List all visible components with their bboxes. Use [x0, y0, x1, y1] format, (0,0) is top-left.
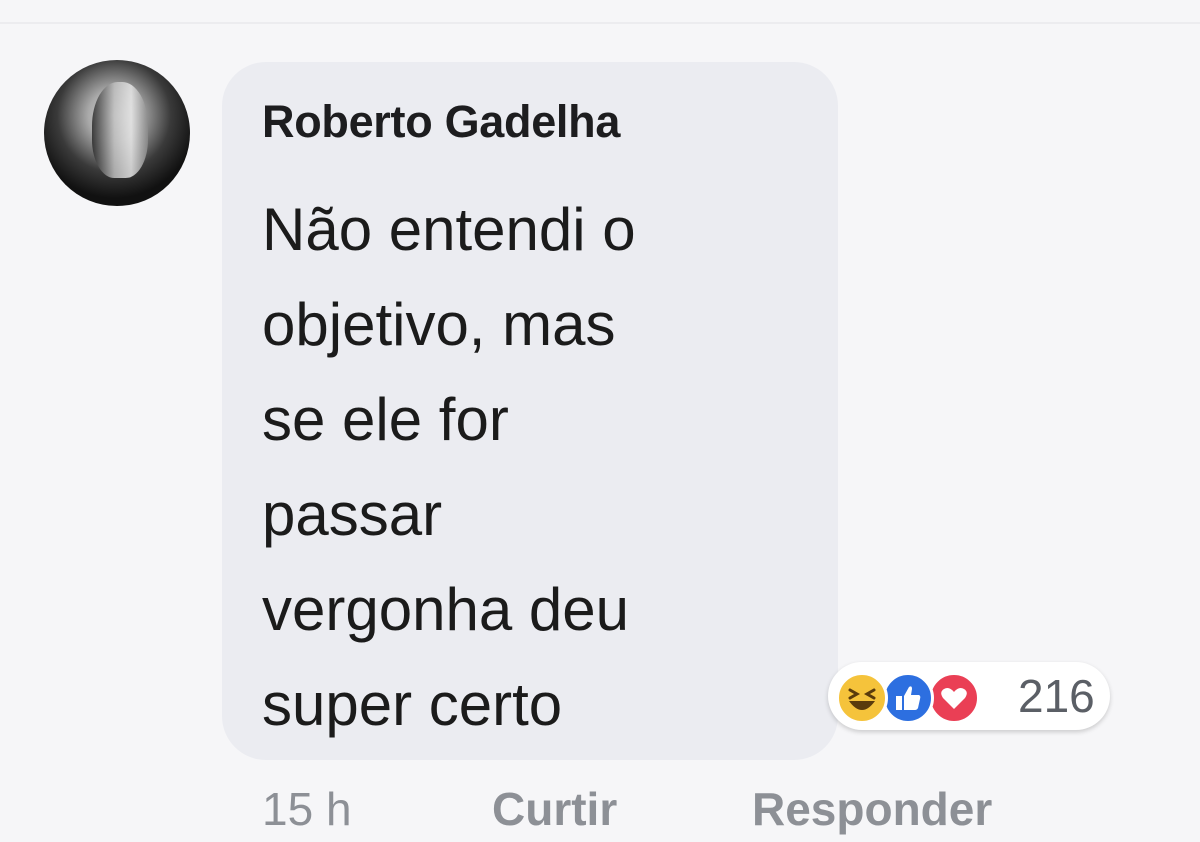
like-icon [882, 672, 934, 724]
top-divider [0, 22, 1200, 24]
author-avatar[interactable] [44, 60, 190, 206]
like-button[interactable]: Curtir [492, 782, 617, 836]
comment-text: Não entendi o objetivo, mas se ele for p… [262, 196, 636, 738]
comment-timestamp[interactable]: 15 h [262, 782, 352, 836]
avatar-face [92, 82, 148, 178]
haha-icon [836, 672, 888, 724]
love-icon [928, 672, 980, 724]
reaction-count: 216 [1018, 670, 1095, 722]
reactions-summary[interactable]: 216 [828, 662, 1110, 730]
reply-button[interactable]: Responder [752, 782, 992, 836]
comment-author-name[interactable]: Roberto Gadelha [262, 96, 620, 148]
comment-actions: 15 h Curtir Responder [0, 782, 1200, 842]
